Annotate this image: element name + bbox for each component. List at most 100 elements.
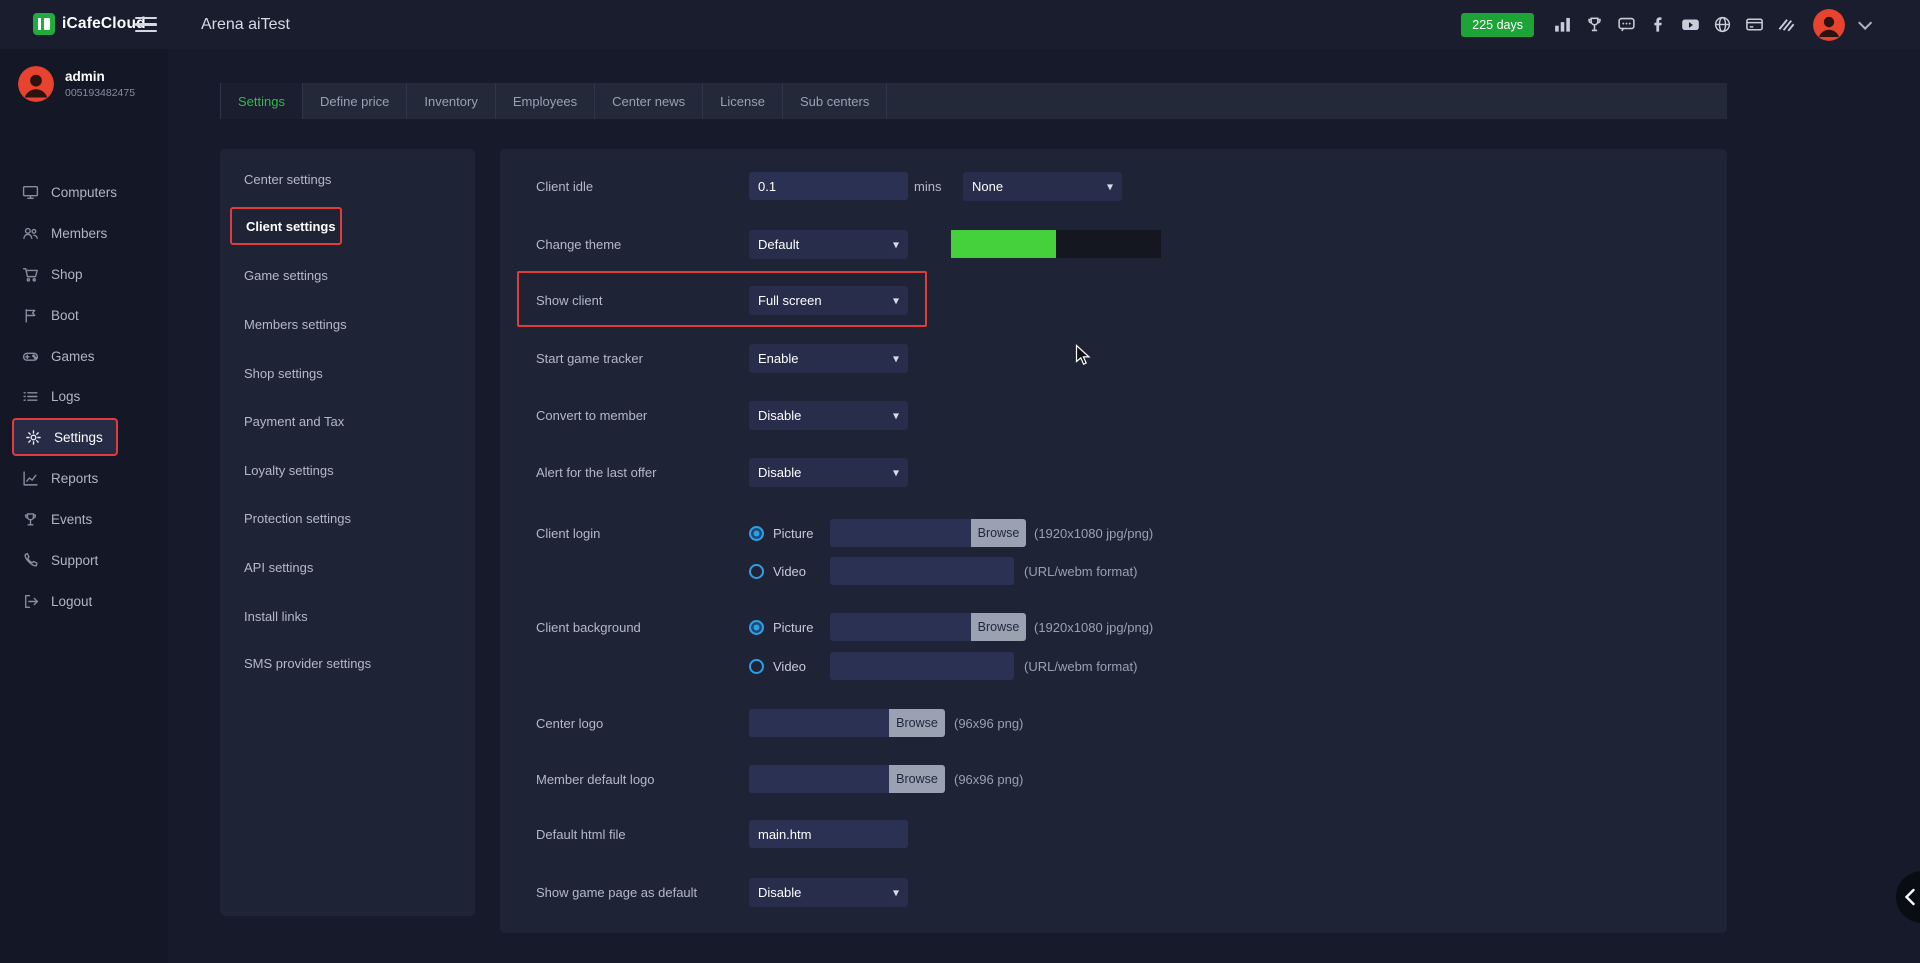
convert-to-member-select[interactable]: Disable (749, 401, 908, 430)
member-default-logo-browse-button[interactable]: Browse (889, 765, 945, 793)
settings-nav-members-settings[interactable]: Members settings (244, 317, 347, 332)
menu-toggle-icon[interactable] (135, 17, 157, 36)
form-row-default-html-file: Default html file (500, 820, 1727, 850)
settings-nav-client-settings[interactable]: Client settings (230, 207, 342, 245)
client-login-picture-radio[interactable] (749, 526, 764, 541)
chevron-left-icon (1903, 888, 1916, 906)
sidebar-item-games[interactable]: Games (0, 340, 168, 372)
client-background-video-hint: (URL/webm format) (1024, 659, 1137, 674)
chevron-down-icon[interactable] (1858, 15, 1872, 29)
settings-nav-center-settings[interactable]: Center settings (244, 172, 331, 187)
client-background-picture-browse-button[interactable]: Browse (971, 613, 1026, 641)
center-logo-input[interactable] (749, 709, 889, 737)
show-client-label: Show client (536, 293, 602, 308)
sidebar-item-events[interactable]: Events (0, 503, 168, 535)
layers-icon[interactable] (1777, 15, 1796, 34)
settings-nav-panel: Center settings Client settings Game set… (220, 149, 475, 916)
sidebar-item-label: Shop (51, 267, 83, 282)
settings-nav-payment-and-tax[interactable]: Payment and Tax (244, 414, 344, 429)
client-login-video-input[interactable] (830, 557, 1014, 585)
logout-icon (22, 593, 39, 610)
monitor-icon (22, 184, 39, 201)
member-default-logo-input[interactable] (749, 765, 889, 793)
tab-settings[interactable]: Settings (220, 83, 303, 119)
sidebar-item-shop[interactable]: Shop (0, 258, 168, 290)
brand-name: iCafeCloud (62, 15, 146, 33)
youtube-icon[interactable] (1681, 15, 1700, 34)
facebook-icon[interactable] (1649, 15, 1668, 34)
user-avatar[interactable] (1813, 9, 1845, 41)
tab-inventory[interactable]: Inventory (407, 83, 495, 119)
client-settings-form: Client idle mins None Change theme Defau… (500, 149, 1727, 933)
center-tabs: Settings Define price Inventory Employee… (220, 83, 1727, 119)
client-background-picture-hint: (1920x1080 jpg/png) (1034, 620, 1153, 635)
gear-icon (25, 429, 42, 446)
tab-define-price[interactable]: Define price (303, 83, 407, 119)
client-login-video-radio[interactable] (749, 564, 764, 579)
sidebar-item-members[interactable]: Members (0, 217, 168, 249)
sidebar-item-computers[interactable]: Computers (0, 176, 168, 208)
form-row-client-login-video: Video (URL/webm format) (500, 557, 1727, 587)
client-idle-period-select[interactable]: None (963, 172, 1122, 201)
days-badge[interactable]: 225 days (1461, 13, 1534, 37)
brand-logo[interactable]: iCafeCloud (33, 13, 146, 35)
sidebar-item-label: Settings (54, 430, 103, 445)
trophy-icon[interactable] (1585, 15, 1604, 34)
settings-nav-shop-settings[interactable]: Shop settings (244, 366, 323, 381)
client-login-picture-input[interactable] (830, 519, 971, 547)
sidebar-item-reports[interactable]: Reports (0, 462, 168, 494)
sidebar-item-logs[interactable]: Logs (0, 380, 168, 412)
sidebar-item-settings[interactable]: Settings (12, 418, 118, 456)
trophy-icon (22, 511, 39, 528)
member-default-logo-label: Member default logo (536, 772, 655, 787)
client-background-video-radio[interactable] (749, 659, 764, 674)
sidebar-item-label: Games (51, 349, 95, 364)
show-game-page-select[interactable]: Disable (749, 878, 908, 907)
sidebar-user-avatar[interactable] (18, 66, 54, 102)
billing-icon[interactable] (1745, 15, 1764, 34)
collapse-panel-button[interactable] (1896, 871, 1920, 923)
client-background-picture-input[interactable] (830, 613, 971, 641)
stats-icon[interactable] (1553, 15, 1572, 34)
client-background-video-input[interactable] (830, 652, 1014, 680)
chart-icon (22, 470, 39, 487)
default-html-file-input[interactable] (749, 820, 908, 848)
sidebar-item-boot[interactable]: Boot (0, 299, 168, 331)
settings-nav-sms-provider-settings[interactable]: SMS provider settings (244, 656, 371, 671)
form-row-start-game-tracker: Start game tracker Enable (500, 344, 1727, 374)
change-theme-select[interactable]: Default (749, 230, 908, 259)
settings-nav-protection-settings[interactable]: Protection settings (244, 511, 351, 526)
alert-last-offer-select[interactable]: Disable (749, 458, 908, 487)
center-logo-browse-button[interactable]: Browse (889, 709, 945, 737)
sidebar-user-name: admin (65, 69, 135, 84)
settings-nav-game-settings[interactable]: Game settings (244, 268, 328, 283)
sidebar: admin 005193482475 Computers Members Sho… (0, 49, 168, 963)
chat-icon[interactable] (1617, 15, 1636, 34)
client-background-picture-radio[interactable] (749, 620, 764, 635)
client-login-picture-browse-button[interactable]: Browse (971, 519, 1026, 547)
tab-license[interactable]: License (703, 83, 783, 119)
sidebar-item-support[interactable]: Support (0, 544, 168, 576)
list-icon (22, 388, 39, 405)
gamepad-icon (22, 348, 39, 365)
show-client-select[interactable]: Full screen (749, 286, 908, 315)
tab-sub-centers[interactable]: Sub centers (783, 83, 887, 119)
form-row-client-background-picture: Client background Picture Browse (1920x1… (500, 613, 1727, 643)
settings-nav-loyalty-settings[interactable]: Loyalty settings (244, 463, 334, 478)
center-logo-label: Center logo (536, 716, 603, 731)
sidebar-item-logout[interactable]: Logout (0, 585, 168, 617)
alert-last-offer-label: Alert for the last offer (536, 465, 656, 480)
phone-icon (22, 552, 39, 569)
settings-nav-install-links[interactable]: Install links (244, 609, 308, 624)
start-game-tracker-select[interactable]: Enable (749, 344, 908, 373)
client-idle-input[interactable] (749, 172, 908, 200)
tab-center-news[interactable]: Center news (595, 83, 703, 119)
client-idle-label: Client idle (536, 179, 593, 194)
tab-employees[interactable]: Employees (496, 83, 595, 119)
theme-color-green-swatch[interactable] (951, 230, 1056, 258)
sidebar-item-label: Logs (51, 389, 80, 404)
settings-nav-api-settings[interactable]: API settings (244, 560, 313, 575)
sidebar-item-label: Logout (51, 594, 92, 609)
globe-icon[interactable] (1713, 15, 1732, 34)
theme-color-dark-swatch[interactable] (1056, 230, 1161, 258)
